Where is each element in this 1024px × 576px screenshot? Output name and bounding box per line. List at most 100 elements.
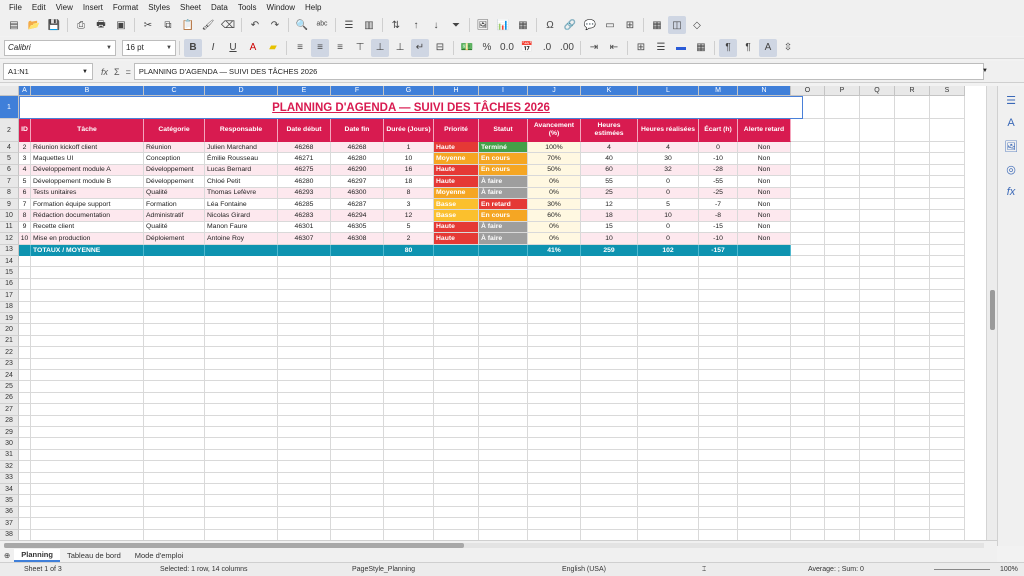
empty-cell[interactable] <box>144 267 205 279</box>
table-cell[interactable]: 46301 <box>278 221 331 234</box>
empty-cell[interactable] <box>434 381 479 393</box>
vertical-scrollbar[interactable] <box>986 86 997 540</box>
empty-cell[interactable] <box>528 404 581 416</box>
row-header-37[interactable]: 37 <box>0 518 19 530</box>
table-cell[interactable]: Non <box>738 210 791 222</box>
empty-cell[interactable] <box>895 164 930 177</box>
empty-cell[interactable] <box>278 370 331 382</box>
empty-cell[interactable] <box>860 267 895 279</box>
empty-cell[interactable] <box>638 438 699 450</box>
empty-cell[interactable] <box>699 529 738 540</box>
table-cell[interactable]: Thomas Lefèvre <box>205 187 278 199</box>
highlight-color-icon[interactable]: ▰ <box>264 39 282 57</box>
menu-format[interactable]: Format <box>108 3 143 12</box>
table-cell[interactable]: 12 <box>384 210 434 222</box>
empty-cell[interactable] <box>699 404 738 416</box>
empty-cell[interactable] <box>791 301 825 313</box>
empty-cell[interactable] <box>31 449 144 462</box>
empty-cell[interactable] <box>860 199 895 211</box>
empty-cell[interactable] <box>860 370 895 382</box>
empty-cell[interactable] <box>144 518 205 530</box>
table-cell[interactable]: Développement <box>144 176 205 188</box>
empty-cell[interactable] <box>331 438 384 450</box>
table-cell[interactable]: À faire <box>479 233 528 245</box>
special-character-icon[interactable]: Ω <box>541 16 559 34</box>
menu-window[interactable]: Window <box>262 3 300 12</box>
empty-cell[interactable] <box>331 529 384 540</box>
empty-cell[interactable] <box>930 301 965 313</box>
empty-cell[interactable] <box>528 506 581 519</box>
empty-cell[interactable] <box>19 404 31 416</box>
empty-cell[interactable] <box>738 415 791 427</box>
empty-cell[interactable] <box>791 427 825 439</box>
empty-cell[interactable] <box>144 370 205 382</box>
empty-cell[interactable] <box>825 278 860 291</box>
empty-cell[interactable] <box>930 347 965 359</box>
empty-cell[interactable] <box>19 358 31 370</box>
table-cell[interactable]: Basse <box>434 199 479 211</box>
column-header-s[interactable]: S <box>930 86 965 96</box>
empty-cell[interactable] <box>479 335 528 348</box>
empty-cell[interactable] <box>278 256 331 268</box>
empty-cell[interactable] <box>581 358 638 370</box>
empty-cell[interactable] <box>825 233 860 245</box>
empty-cell[interactable] <box>860 335 895 348</box>
empty-cell[interactable] <box>895 256 930 268</box>
totals-cell[interactable] <box>19 244 31 256</box>
empty-cell[interactable] <box>528 358 581 370</box>
print-icon[interactable]: 🖶 <box>92 16 110 34</box>
styles-icon[interactable]: A <box>1002 114 1020 132</box>
empty-cell[interactable] <box>638 449 699 462</box>
empty-cell[interactable] <box>479 438 528 450</box>
align-top-icon[interactable]: ⊤ <box>351 39 369 57</box>
empty-cell[interactable] <box>19 301 31 313</box>
table-cell[interactable]: Léa Fontaine <box>205 199 278 211</box>
empty-cell[interactable] <box>930 164 965 177</box>
empty-cell[interactable] <box>278 529 331 540</box>
empty-cell[interactable] <box>528 449 581 462</box>
empty-cell[interactable] <box>895 518 930 530</box>
empty-cell[interactable] <box>144 256 205 268</box>
zoom-level[interactable]: 100% <box>1000 566 1018 573</box>
empty-cell[interactable] <box>930 495 965 507</box>
empty-cell[interactable] <box>528 324 581 336</box>
row-header-5[interactable]: 5 <box>0 153 19 165</box>
empty-cell[interactable] <box>278 472 331 484</box>
table-cell[interactable]: Conception <box>144 153 205 165</box>
empty-cell[interactable] <box>205 381 278 393</box>
empty-cell[interactable] <box>144 415 205 427</box>
table-cell[interactable]: En cours <box>479 164 528 177</box>
empty-cell[interactable] <box>738 472 791 484</box>
column-header-r[interactable]: R <box>895 86 930 96</box>
empty-cell[interactable] <box>581 301 638 313</box>
empty-cell[interactable] <box>434 358 479 370</box>
text-direction-rtl-icon[interactable]: ¶ <box>739 39 757 57</box>
empty-cell[interactable] <box>144 472 205 484</box>
navigator-icon[interactable]: ◎ <box>1002 160 1020 178</box>
empty-cell[interactable] <box>895 313 930 325</box>
table-cell[interactable]: 0 <box>638 221 699 234</box>
empty-cell[interactable] <box>19 518 31 530</box>
comment-icon[interactable]: 💬 <box>581 16 599 34</box>
empty-cell[interactable] <box>479 358 528 370</box>
empty-cell[interactable] <box>144 278 205 291</box>
empty-cell[interactable] <box>434 335 479 348</box>
table-cell[interactable]: Non <box>738 142 791 154</box>
empty-cell[interactable] <box>638 290 699 302</box>
empty-cell[interactable] <box>384 324 434 336</box>
empty-cell[interactable] <box>930 290 965 302</box>
empty-cell[interactable] <box>738 324 791 336</box>
row-header-20[interactable]: 20 <box>0 324 19 336</box>
tab-planning[interactable]: Planning <box>14 549 60 562</box>
table-cell[interactable]: Réunion kickoff client <box>31 142 144 154</box>
table-cell[interactable]: Développement <box>144 164 205 177</box>
new-document-icon[interactable]: ▤ <box>5 16 23 34</box>
row-header-36[interactable]: 36 <box>0 506 19 519</box>
empty-cell[interactable] <box>434 518 479 530</box>
empty-cell[interactable] <box>930 518 965 530</box>
empty-cell[interactable] <box>825 529 860 540</box>
empty-cell[interactable] <box>791 324 825 336</box>
table-cell[interactable]: Chloé Petit <box>205 176 278 188</box>
table-cell[interactable]: Haute <box>434 221 479 234</box>
totals-cell[interactable]: 80 <box>384 244 434 256</box>
